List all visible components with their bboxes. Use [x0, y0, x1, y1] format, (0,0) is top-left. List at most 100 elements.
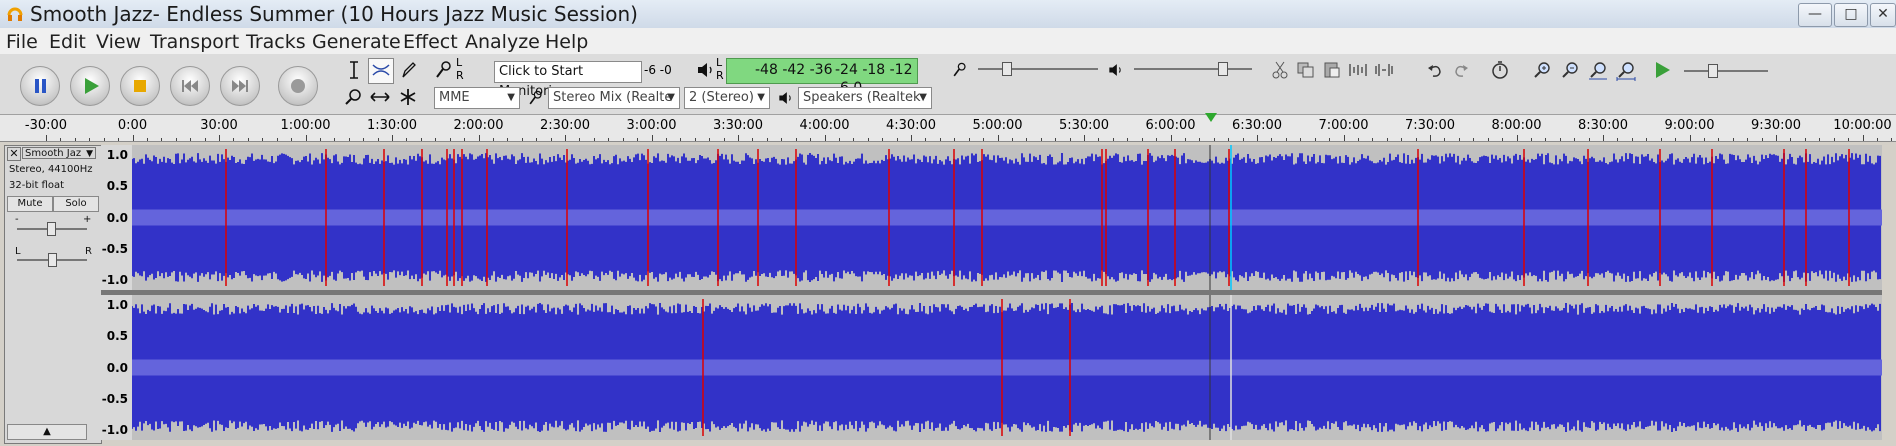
- draw-tool[interactable]: [396, 58, 420, 82]
- play-at-speed-thumb[interactable]: [1708, 64, 1718, 78]
- ruler-tick: [766, 138, 768, 141]
- ruler-tick: [896, 138, 898, 141]
- play-at-speed-slider[interactable]: [1684, 64, 1768, 78]
- ruler-tick: [1040, 138, 1042, 141]
- playback-meter-speaker-icon[interactable]: [694, 58, 718, 82]
- input-volume-slider[interactable]: [978, 62, 1098, 76]
- redo-icon[interactable]: [1450, 60, 1472, 82]
- solo-button[interactable]: Solo: [53, 196, 99, 212]
- undo-icon[interactable]: [1424, 60, 1446, 82]
- ruler-tick: [89, 138, 91, 141]
- ruler-tick: [1257, 135, 1258, 141]
- playback-meter[interactable]: -48 -42 -36 -24 -18 -12 -6 0: [726, 58, 918, 96]
- ruler-tick: [1588, 138, 1590, 141]
- ruler-tick: [939, 138, 941, 141]
- output-volume-thumb[interactable]: [1218, 62, 1228, 76]
- menu-generate[interactable]: Generate: [312, 31, 401, 53]
- playback-device-select[interactable]: Speakers (Realtek ▼: [798, 87, 932, 109]
- menu-view[interactable]: View: [96, 31, 141, 53]
- stop-button[interactable]: [120, 66, 160, 106]
- ruler-tick: [161, 138, 163, 141]
- mute-button[interactable]: Mute: [7, 196, 53, 212]
- record-meter-button[interactable]: Click to Start Monitoring: [494, 61, 642, 99]
- ruler-tick: [983, 138, 985, 141]
- input-volume-thumb[interactable]: [1002, 62, 1012, 76]
- track-name-button[interactable]: Smooth Jaz ▼: [22, 147, 96, 159]
- ruler-tick: [478, 135, 480, 141]
- ruler-tick: [867, 138, 869, 141]
- ruler-tick: [1603, 135, 1604, 141]
- menu-effect[interactable]: Effect: [403, 31, 458, 53]
- ruler-tick: [507, 138, 509, 141]
- ruler-tick: [1545, 138, 1547, 141]
- track-menu-chevron-icon: ▼: [86, 149, 93, 159]
- sync-lock-icon[interactable]: [1488, 58, 1512, 82]
- zoom-tool[interactable]: [342, 85, 366, 109]
- menu-help[interactable]: Help: [545, 31, 588, 53]
- ruler-tick-label: 2:00:00: [453, 118, 504, 133]
- recording-device-select[interactable]: Stereo Mix (Realte ▼: [548, 87, 680, 109]
- copy-icon[interactable]: [1294, 58, 1318, 82]
- record-button[interactable]: [278, 66, 318, 106]
- ruler-tick: [1819, 138, 1821, 141]
- minimize-button[interactable]: —: [1798, 3, 1832, 27]
- waveform-right-channel[interactable]: [132, 295, 1882, 440]
- fit-project-icon[interactable]: [1614, 58, 1638, 82]
- silence-icon[interactable]: [1372, 58, 1396, 82]
- ruler-tick: [781, 138, 783, 141]
- selection-tool[interactable]: [342, 58, 366, 82]
- zoom-in-icon[interactable]: [1530, 58, 1554, 82]
- close-track-button[interactable]: ✕: [7, 147, 21, 161]
- gain-slider-thumb[interactable]: [47, 222, 56, 236]
- play-button[interactable]: [70, 66, 110, 106]
- ruler-tick: [132, 135, 134, 141]
- ruler-tick: [853, 138, 855, 141]
- ruler-tick: [1559, 138, 1561, 141]
- pan-slider[interactable]: [17, 253, 87, 267]
- ruler-tick: [795, 138, 797, 141]
- ruler-tick: [1848, 138, 1850, 141]
- ruler-tick-label: 3:00:00: [626, 118, 677, 133]
- output-volume-slider[interactable]: [1134, 62, 1252, 76]
- ruler-tick-label: 4:00:00: [799, 118, 850, 133]
- ruler-tick-label: 6:30:00: [1231, 118, 1283, 133]
- waveform-left-channel[interactable]: [132, 145, 1882, 290]
- menu-tracks[interactable]: Tracks: [246, 31, 306, 53]
- pause-button[interactable]: [20, 66, 60, 106]
- close-button[interactable]: ✕: [1870, 3, 1896, 27]
- pan-slider-thumb[interactable]: [48, 253, 57, 267]
- ruler-tick: [1487, 138, 1489, 141]
- ruler-tick: [1242, 138, 1244, 141]
- recording-channels-select[interactable]: 2 (Stereo) ▼: [684, 87, 770, 109]
- menu-edit[interactable]: Edit: [49, 31, 86, 53]
- ruler-tick: [1444, 138, 1446, 141]
- cut-icon[interactable]: [1268, 58, 1292, 82]
- timeline-ruler[interactable]: -30:00 0:00 30:00 1:00:00 1:30:00 2:00:00 2:30…: [0, 115, 1896, 142]
- zoom-out-icon[interactable]: [1558, 58, 1582, 82]
- scale-label: -0.5: [101, 391, 128, 406]
- menu-file[interactable]: File: [6, 31, 38, 53]
- collapse-track-button[interactable]: ▲: [7, 424, 87, 440]
- maximize-button[interactable]: □: [1834, 3, 1868, 27]
- time-shift-tool[interactable]: [368, 85, 392, 109]
- recording-channels-value: 2 (Stereo): [689, 90, 754, 105]
- menu-transport[interactable]: Transport: [150, 31, 239, 53]
- fit-selection-icon[interactable]: [1586, 58, 1610, 82]
- ruler-tick: [1228, 138, 1230, 141]
- paste-icon[interactable]: [1320, 58, 1344, 82]
- menu-analyze[interactable]: Analyze: [465, 31, 540, 53]
- ruler-tick: [565, 135, 566, 141]
- ruler-tick: [1790, 138, 1792, 141]
- trim-icon[interactable]: [1346, 58, 1370, 82]
- scale-label: -0.5: [101, 241, 128, 256]
- ruler-tick: [1011, 138, 1013, 141]
- ruler-tick: [146, 138, 148, 141]
- audio-host-select[interactable]: MME ▼: [434, 87, 520, 109]
- multi-tool[interactable]: [396, 85, 420, 109]
- envelope-tool[interactable]: [368, 58, 394, 84]
- gain-slider[interactable]: [17, 222, 87, 236]
- skip-end-button[interactable]: [220, 66, 260, 106]
- record-meter-mic-icon[interactable]: [432, 58, 456, 82]
- play-at-speed-icon[interactable]: [1650, 58, 1674, 82]
- skip-start-button[interactable]: [170, 66, 210, 106]
